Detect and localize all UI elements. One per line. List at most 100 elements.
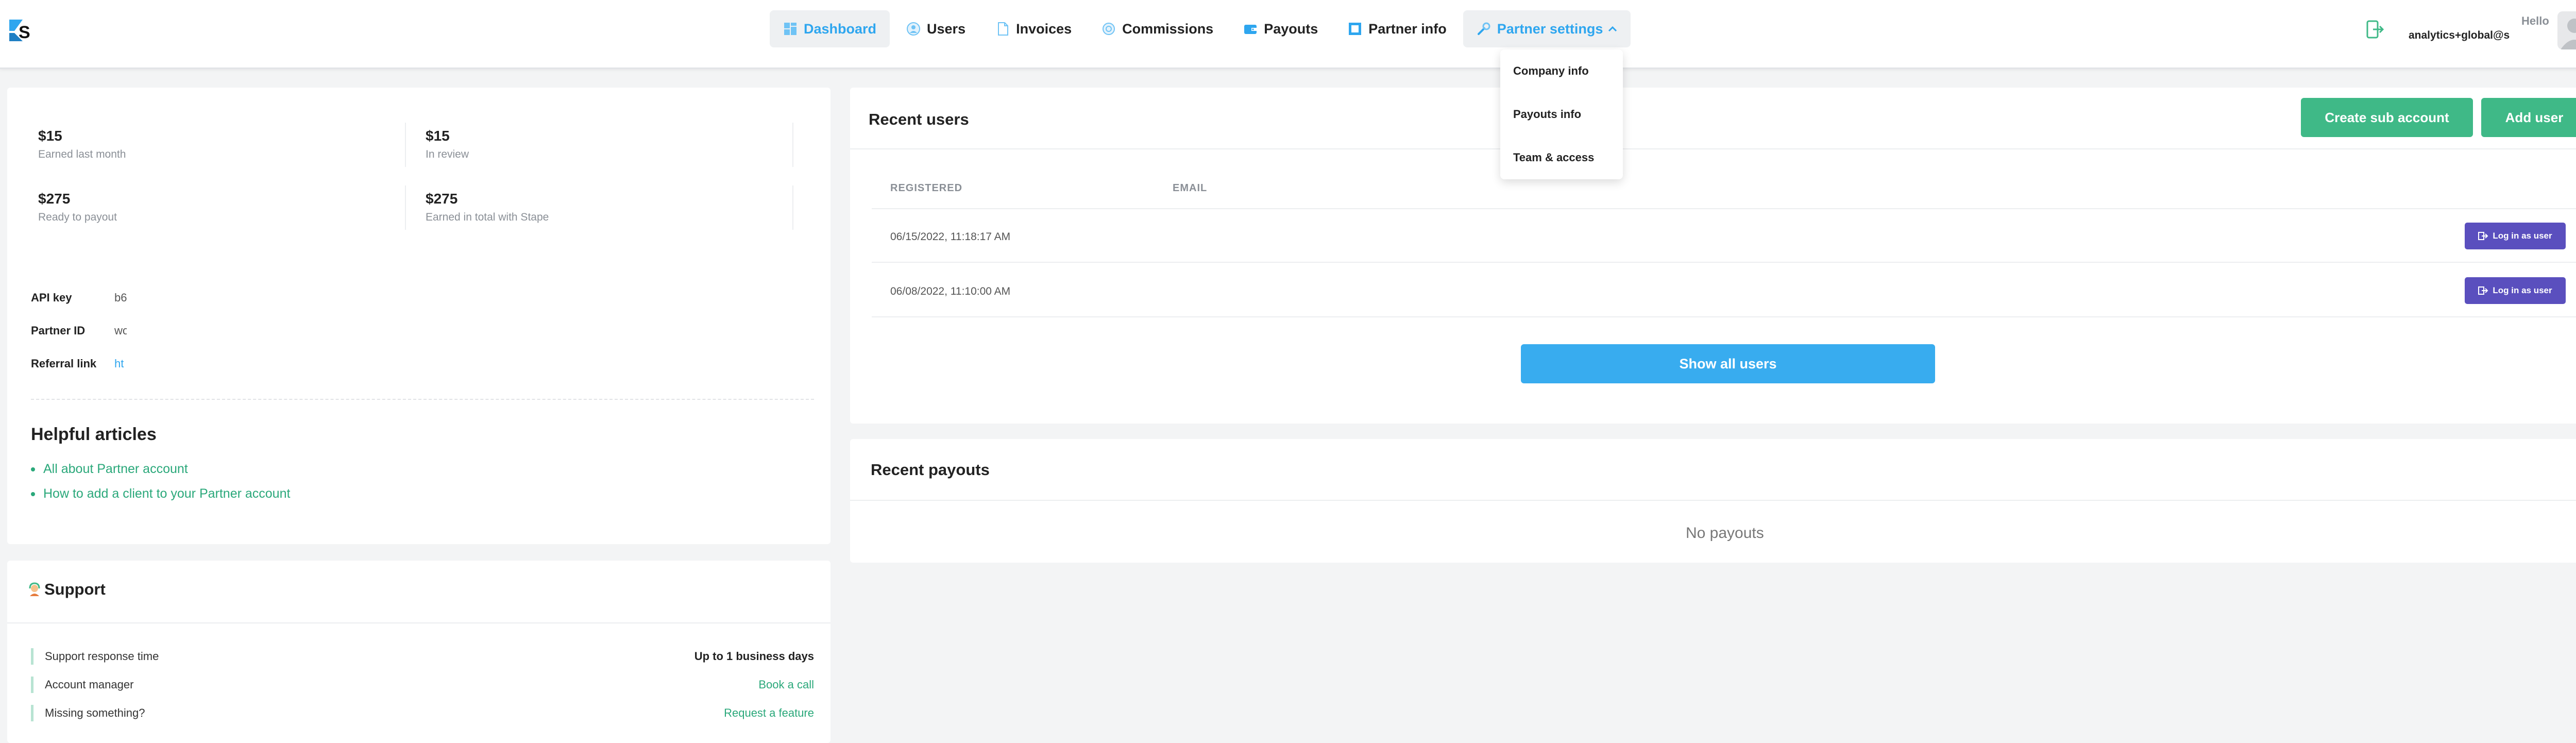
nav-dashboard[interactable]: Dashboard: [770, 10, 890, 47]
stat-divider: [405, 123, 406, 167]
support-response-value: Up to 1 business days: [694, 650, 814, 663]
nav-partner-info[interactable]: Partner info: [1334, 10, 1460, 47]
add-user-button[interactable]: Add user: [2481, 98, 2576, 137]
bullet-icon: [31, 492, 35, 496]
recent-payouts-card: Recent payouts No payouts: [850, 439, 2576, 563]
stat-divider: [792, 123, 793, 167]
stat-divider: [792, 185, 793, 230]
divider: [7, 622, 831, 623]
stat-earned-last-month: $15 Earned last month: [38, 128, 126, 161]
stat-value: $15: [38, 128, 62, 144]
stat-value: $275: [38, 191, 71, 207]
log-in-as-user-button[interactable]: Log in as user: [2465, 277, 2566, 304]
login-icon: [2478, 286, 2488, 295]
api-key-value[interactable]: b6: [114, 291, 127, 305]
menu-item-payouts-info[interactable]: Payouts info: [1500, 108, 1623, 151]
show-all-users-button[interactable]: Show all users: [1521, 344, 1935, 383]
wallet-icon: [1244, 25, 1257, 34]
article-link[interactable]: All about Partner account: [31, 462, 188, 477]
support-card: Support Support response time Up to 1 bu…: [7, 561, 831, 743]
nav-commissions[interactable]: Commissions: [1088, 10, 1227, 47]
dashed-divider: [31, 399, 814, 400]
support-header: Support: [27, 580, 106, 599]
avatar[interactable]: [2557, 11, 2576, 49]
partner-id-value[interactable]: wo: [114, 324, 127, 337]
user-email: analytics+global@s: [2409, 29, 2510, 41]
divider: [850, 148, 2576, 149]
nav-partner-info-label: Partner info: [1368, 21, 1447, 37]
article-link[interactable]: How to add a client to your Partner acco…: [31, 486, 290, 501]
support-row-label: Missing something?: [45, 706, 145, 719]
dashboard-icon: [784, 23, 796, 35]
stat-divider: [405, 185, 406, 230]
support-row-label: Account manager: [45, 678, 134, 691]
wrench-icon: [1477, 22, 1490, 35]
nav-dashboard-label: Dashboard: [804, 21, 877, 37]
article-link-label: All about Partner account: [43, 462, 188, 476]
partner-settings-dropdown: Company info Payouts info Team & access: [1500, 49, 1623, 179]
table-row-registered: 06/08/2022, 11:10:00 AM: [890, 285, 1011, 297]
log-in-as-user-label: Log in as user: [2493, 285, 2552, 295]
hello-text: Hello: [2521, 14, 2549, 27]
log-in-as-user-label: Log in as user: [2493, 231, 2552, 241]
stat-in-review: $15 In review: [426, 128, 469, 161]
support-title: Support: [44, 580, 106, 598]
nav-commissions-label: Commissions: [1122, 21, 1214, 37]
nav-payouts-label: Payouts: [1264, 21, 1318, 37]
nav-users-label: Users: [927, 21, 966, 37]
partner-info-icon: [1349, 23, 1362, 35]
missing-something-row: Missing something? Request a feature: [31, 705, 814, 721]
support-agent-icon: [29, 582, 40, 596]
users-icon: [907, 22, 921, 36]
api-key-label: API key: [31, 291, 72, 304]
nav-payouts[interactable]: Payouts: [1230, 10, 1331, 47]
stat-earned-total: $275 Earned in total with Stape: [426, 191, 549, 224]
support-row-label: Support response time: [45, 650, 159, 663]
table-row-registered: 06/15/2022, 11:18:17 AM: [890, 231, 1011, 243]
nav-partner-settings-label: Partner settings: [1497, 21, 1603, 37]
support-response-row: Support response time Up to 1 business d…: [31, 648, 814, 665]
partner-summary-card: $15 Earned last month $15 In review $275…: [7, 88, 831, 544]
referral-link-value[interactable]: ht: [114, 357, 127, 370]
stape-logo-icon[interactable]: S: [7, 18, 32, 43]
user-avatar-icon: [2561, 19, 2576, 49]
column-header-registered: REGISTERED: [890, 182, 963, 194]
account-manager-row: Account manager Book a call: [31, 677, 814, 693]
recent-users-title: Recent users: [869, 110, 969, 128]
nav-invoices-label: Invoices: [1016, 21, 1072, 37]
api-key-row: API key b6: [31, 290, 127, 306]
stat-label: In review: [426, 148, 469, 160]
nav-invoices[interactable]: Invoices: [982, 10, 1085, 47]
chevron-up-icon: [1608, 26, 1617, 32]
nav-users[interactable]: Users: [893, 10, 979, 47]
table-divider: [872, 262, 2576, 263]
menu-item-company-info[interactable]: Company info: [1500, 65, 1623, 108]
recent-payouts-title: Recent payouts: [871, 461, 990, 479]
logout-icon[interactable]: [2366, 20, 2384, 39]
menu-item-team-access[interactable]: Team & access: [1500, 151, 1623, 195]
table-divider: [872, 208, 2576, 209]
main-nav: Dashboard Users Invoices Commissions Pay…: [770, 10, 1634, 47]
stat-label: Earned in total with Stape: [426, 211, 549, 223]
divider: [850, 500, 2576, 501]
recent-users-card: Recent users Create sub account Add user…: [850, 88, 2576, 424]
top-header: S Dashboard Users Invoices Commissions P…: [0, 0, 2576, 69]
invoice-icon: [998, 22, 1009, 36]
login-icon: [2478, 232, 2488, 240]
create-sub-account-button[interactable]: Create sub account: [2301, 98, 2473, 137]
referral-link-row: Referral link ht: [31, 356, 127, 372]
log-in-as-user-button[interactable]: Log in as user: [2465, 223, 2566, 249]
nav-partner-settings[interactable]: Partner settings: [1463, 10, 1631, 47]
request-feature-link[interactable]: Request a feature: [724, 706, 814, 720]
helpful-articles-title: Helpful articles: [31, 425, 157, 444]
bullet-icon: [31, 467, 35, 471]
stat-value: $275: [426, 191, 458, 207]
column-header-email: EMAIL: [1173, 182, 1208, 194]
referral-link-label: Referral link: [31, 357, 97, 370]
no-payouts-text: No payouts: [1686, 525, 1764, 542]
partner-id-row: Partner ID wo: [31, 323, 127, 339]
book-a-call-link[interactable]: Book a call: [758, 678, 814, 691]
stat-ready-to-payout: $275 Ready to payout: [38, 191, 117, 224]
stat-label: Earned last month: [38, 148, 126, 160]
svg-text:S: S: [19, 23, 30, 42]
